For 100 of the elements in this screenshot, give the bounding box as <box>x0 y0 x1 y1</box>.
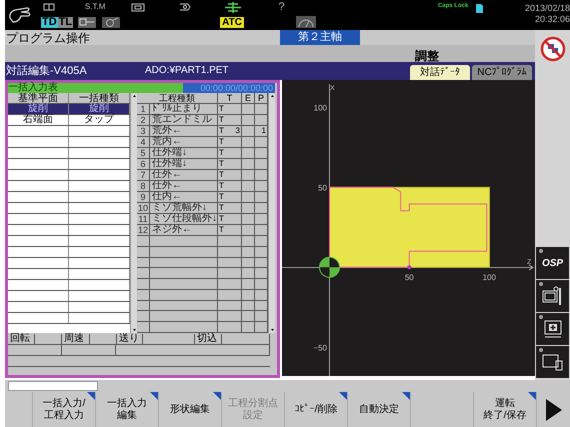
softkey[interactable]: 形状編集 <box>159 392 221 427</box>
key-label: 自動決定 <box>359 404 399 416</box>
next-page-button[interactable] <box>537 392 570 427</box>
up-arrow-icon <box>269 93 276 99</box>
tool-prefix: T <box>219 159 224 169</box>
stm-label: S.T.M <box>85 3 106 11</box>
no-entry-icon <box>540 36 566 62</box>
key-label: 設定 <box>243 410 263 422</box>
tool-prefix: T <box>219 126 224 136</box>
condition-label: 切込 <box>195 334 222 344</box>
table-cell-text: 荒エンドミル <box>151 115 213 125</box>
key-label: 一括入力/ <box>42 398 86 410</box>
key-label: 工程入力 <box>44 410 84 422</box>
crosshair-icon <box>223 2 244 12</box>
table-cell: 旋削 <box>8 104 69 114</box>
tick-label: 50 <box>318 183 327 192</box>
file-path: ADO:¥PART1.PET <box>145 64 229 78</box>
table-cell-text: ミゾ仕段幅外↓ <box>151 214 217 224</box>
key-label: 終了/保存 <box>484 410 526 422</box>
corner-marker-icon <box>402 392 410 400</box>
atc-indicator: ATC <box>220 16 244 28</box>
lamp-icon <box>539 348 543 352</box>
softkey[interactable]: 自動決定 <box>348 392 410 427</box>
tool-prefix: T <box>219 170 224 180</box>
batch-title: 一括入力表 <box>8 83 183 93</box>
tab[interactable]: NCﾌﾟﾛｸﾞﾗﾑ <box>472 65 532 80</box>
softkey[interactable]: 一括入力/ 工程入力 <box>33 392 95 427</box>
tick-label: −50 <box>313 343 327 352</box>
column-header: 工程種類 <box>137 93 218 103</box>
softkey[interactable]: 一括入力 編集 <box>96 392 158 427</box>
softkey[interactable]: 運転 終了/保存 <box>474 392 536 427</box>
corner-marker-icon <box>528 392 536 400</box>
scrollbar[interactable] <box>268 93 275 333</box>
point-marker <box>407 265 412 270</box>
tool-prefix: T <box>219 181 224 191</box>
table-row[interactable]: 旋削 旋削 <box>8 104 130 115</box>
slot-icon <box>179 3 192 11</box>
row-number: 3 <box>137 126 150 136</box>
condition-label: 送り <box>117 334 143 344</box>
monitor-tools-icon <box>542 286 564 306</box>
corner-marker-icon <box>87 392 95 400</box>
condition-label: 回転 <box>8 334 35 344</box>
row-number: 1 <box>137 104 150 114</box>
tool-prefix: T <box>219 137 224 147</box>
side-button[interactable]: OSP <box>536 247 569 279</box>
row-number: 7 <box>137 170 150 180</box>
tool-prefix: T <box>219 225 224 235</box>
column-header: E <box>242 93 255 103</box>
time-label: 20:32:06 <box>534 14 570 25</box>
input-field[interactable] <box>8 381 98 391</box>
key-label: 一括入力 <box>107 398 147 410</box>
help-icon[interactable]: ? <box>278 2 285 12</box>
corner-marker-icon <box>213 392 221 400</box>
table-row[interactable]: 右端面 タップ <box>8 115 130 126</box>
tick-label: 100 <box>482 273 496 282</box>
td-indicator: TD <box>41 16 58 28</box>
softkey[interactable]: ｺﾋﾟｰ/削除 <box>285 392 347 427</box>
origin-icon <box>319 256 340 278</box>
tool-prefix: T <box>219 214 224 224</box>
tick-label: 100 <box>314 103 327 112</box>
key-label: 運転 <box>495 398 515 410</box>
spindle-label: 第２主軸 <box>280 30 360 45</box>
tab[interactable]: 対話ﾃﾞｰﾀ <box>410 65 470 80</box>
side-button[interactable] <box>536 313 569 345</box>
table-cell: 右端面 <box>8 115 69 125</box>
tick-label: 50 <box>404 273 414 282</box>
table-cell-text: 荒外← <box>151 126 183 136</box>
down-arrow-icon <box>131 327 138 333</box>
table-cell-text: 仕外← <box>151 170 183 180</box>
editor-title: 対話編集-V405A <box>5 64 88 79</box>
scrollbar[interactable] <box>130 93 137 333</box>
tool-icon <box>102 16 120 28</box>
lamp-icon <box>539 282 543 286</box>
table-cell-text: 仕外端↓ <box>151 159 188 169</box>
frame-icon <box>131 2 146 12</box>
side-button[interactable] <box>536 280 569 312</box>
tl-indicator: TL <box>58 16 74 28</box>
table-cell-text: 仕内← <box>151 192 182 202</box>
gauge-icon <box>296 16 316 28</box>
row-number: 5 <box>137 148 150 158</box>
windows-icon <box>542 353 564 371</box>
row-number: 11 <box>137 214 150 224</box>
condition-label: 周速 <box>62 334 90 344</box>
play-arrow-icon <box>546 398 562 420</box>
date-label: 2013/02/18 <box>524 3 570 14</box>
osp-logo: OSP <box>542 256 564 270</box>
row-number: 10 <box>137 203 150 213</box>
side-button[interactable] <box>536 346 569 378</box>
table-cell-text: ネジ外← <box>151 225 193 235</box>
lamp-icon <box>539 249 543 253</box>
column-header: T <box>218 93 242 103</box>
corner-marker-icon <box>339 392 347 400</box>
tool-prefix: T <box>219 203 224 213</box>
screen-title: プログラム操作 <box>5 32 91 44</box>
mode-label: 調整 <box>415 50 439 62</box>
elapsed-time: 00:00:00/00:00:00 <box>183 83 275 93</box>
table-cell-text: ﾄﾞﾘﾙ止まり <box>151 104 203 114</box>
table-cell-text: ミゾ荒幅外↓ <box>151 203 208 213</box>
corner-marker-icon <box>150 392 158 400</box>
key-icon <box>78 16 96 28</box>
